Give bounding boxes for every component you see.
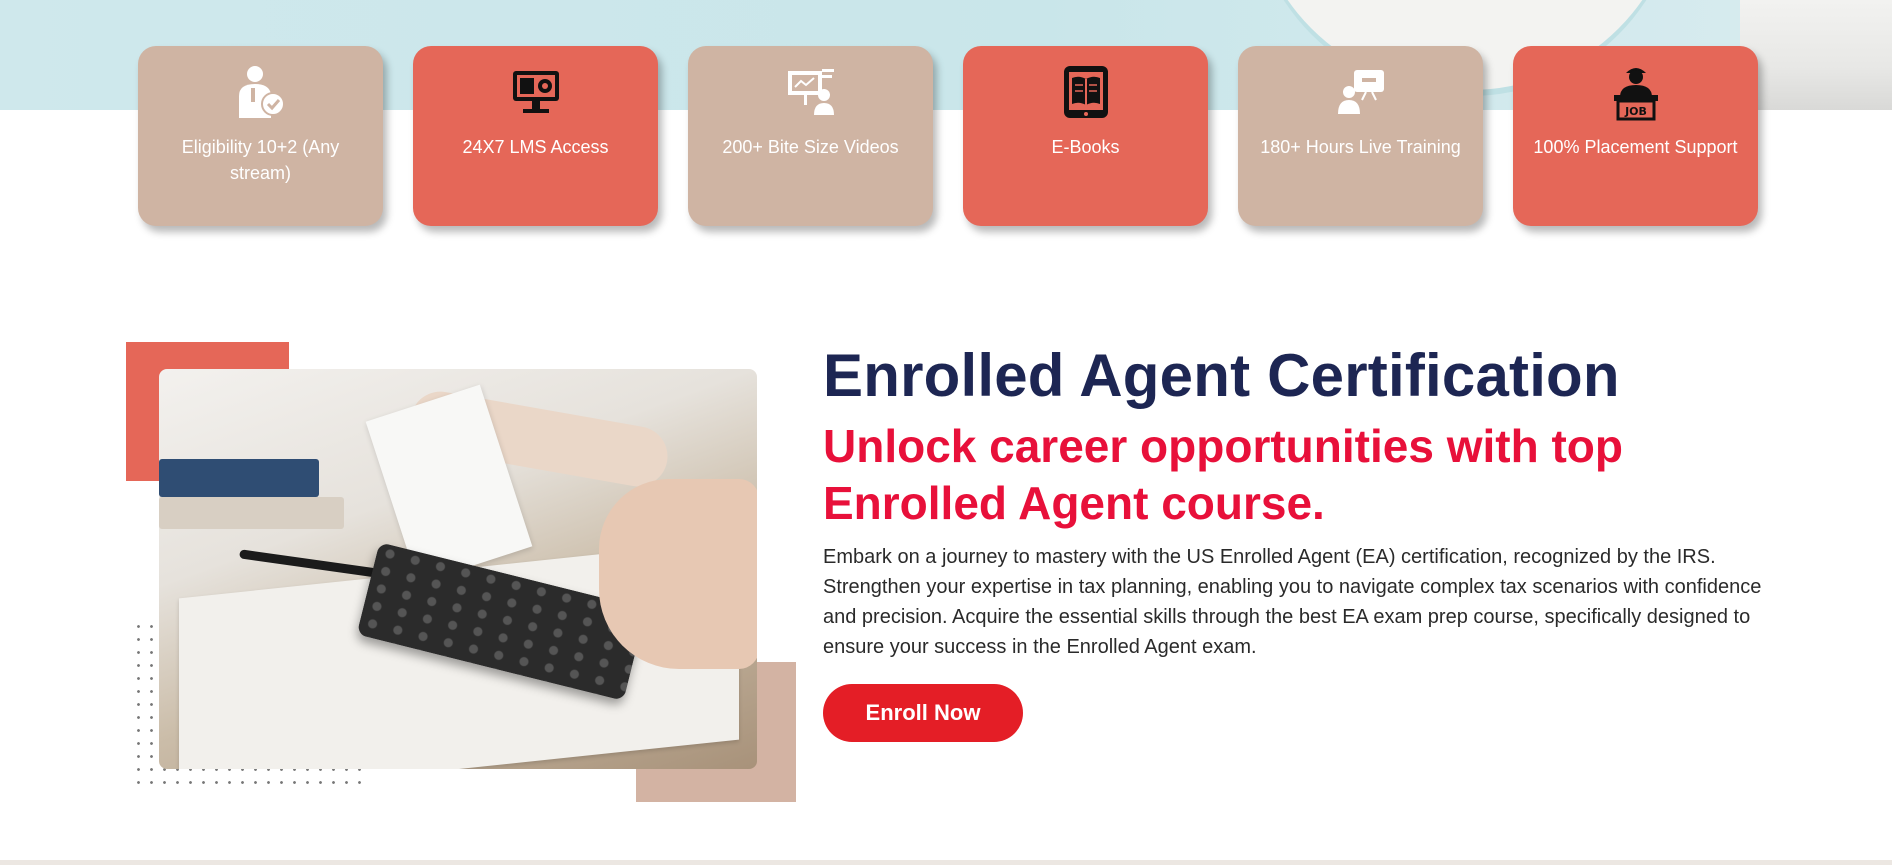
eligibility-person-check-icon [231,62,291,122]
video-presentation-icon [781,62,841,122]
feature-label: 200+ Bite Size Videos [722,137,899,157]
feature-card-live-training: 180+ Hours Live Training [1238,46,1483,226]
course-subtitle: Unlock career opportunities with top Enr… [823,420,1623,529]
feature-cards: Eligibility 10+2 (Any stream) 24X7 LMS A… [138,46,1758,226]
feature-card-placement: JOB 100% Placement Support [1513,46,1758,226]
job-placement-icon: JOB [1606,62,1666,122]
feature-card-ebooks: E-Books [963,46,1208,226]
feature-card-lms: 24X7 LMS Access [413,46,658,226]
course-info: Enrolled Agent Certification Unlock care… [823,340,1763,742]
course-image-block [126,342,796,802]
feature-card-videos: 200+ Bite Size Videos [688,46,933,226]
feature-card-eligibility: Eligibility 10+2 (Any stream) [138,46,383,226]
enroll-now-button[interactable]: Enroll Now [823,684,1023,742]
feature-label: E-Books [1051,137,1120,157]
feature-label: Eligibility 10+2 (Any stream) [181,137,340,183]
feature-label: 100% Placement Support [1533,137,1738,157]
page-title: Enrolled Agent Certification [823,342,1620,409]
job-badge-text: JOB [1624,105,1647,118]
lms-monitor-icon [506,62,566,122]
live-training-icon [1331,62,1391,122]
calculator-photo [159,369,757,769]
course-description: Embark on a journey to mastery with the … [823,546,1762,658]
feature-label: 180+ Hours Live Training [1260,137,1461,157]
ebook-tablet-icon [1056,62,1116,122]
section-divider [0,860,1892,865]
hero-side-image [1740,0,1892,110]
feature-label: 24X7 LMS Access [462,137,609,157]
